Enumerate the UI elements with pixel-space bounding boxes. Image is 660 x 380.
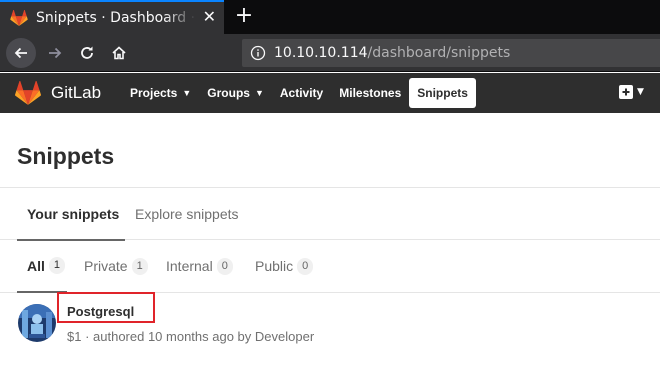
avatar[interactable] bbox=[18, 304, 56, 342]
new-item-dropdown[interactable]: ▼ bbox=[619, 85, 644, 99]
home-icon bbox=[112, 46, 126, 60]
url-host: 10.10.10.114 bbox=[274, 45, 368, 61]
nav-snippets-label: Snippets bbox=[417, 86, 468, 100]
count-badge: 0 bbox=[216, 257, 233, 275]
nav-milestones-label: Milestones bbox=[339, 86, 402, 100]
back-button[interactable] bbox=[6, 38, 36, 68]
nav-activity-label: Activity bbox=[279, 86, 324, 100]
snippet-meta: $1 · authored 10 months ago by Developer bbox=[67, 329, 315, 344]
close-tab-icon[interactable]: ✕ bbox=[203, 9, 216, 25]
gitlab-favicon-icon bbox=[10, 10, 28, 26]
nav-projects-label: Projects bbox=[130, 86, 178, 100]
nav-activity[interactable]: Activity bbox=[272, 78, 331, 108]
chevron-down-icon: ▼ bbox=[637, 87, 644, 97]
browser-tabstrip: Snippets · Dashboard · GitLab ✕ + bbox=[0, 0, 660, 34]
filter-tab-all[interactable]: All 1 bbox=[17, 240, 67, 293]
gitlab-main-nav: Projects ▼ Groups ▼ Activity Milestones Sn… bbox=[122, 78, 476, 108]
filter-tab-label: Private bbox=[84, 258, 128, 274]
page-title: Snippets bbox=[17, 143, 115, 169]
new-tab-button[interactable]: + bbox=[232, 4, 256, 28]
reload-button[interactable] bbox=[72, 38, 102, 68]
arrow-right-icon bbox=[49, 47, 62, 59]
reload-icon bbox=[81, 46, 93, 59]
filter-tab-label: Public bbox=[255, 258, 294, 274]
nav-groups-label: Groups bbox=[207, 86, 250, 100]
snippet-title-link[interactable]: Postgresql bbox=[67, 304, 134, 319]
chevron-down-icon: ▼ bbox=[254, 88, 264, 98]
browser-navbar: 10.10.10.114/dashboard/snippets bbox=[0, 34, 660, 72]
chevron-down-icon: ▼ bbox=[182, 88, 192, 98]
url-bar[interactable]: 10.10.10.114/dashboard/snippets bbox=[242, 39, 660, 67]
count-badge: 1 bbox=[131, 257, 148, 275]
filter-tab-internal[interactable]: Internal 0 bbox=[166, 240, 233, 292]
count-badge: 0 bbox=[297, 257, 314, 275]
info-icon[interactable] bbox=[250, 45, 266, 61]
tab-explore-snippets[interactable]: Explore snippets bbox=[135, 188, 239, 240]
snippet-scope-tabs: Your snippets Explore snippets bbox=[0, 187, 660, 241]
gitlab-header: GitLab Projects ▼ Groups ▼ Activity Milest… bbox=[0, 73, 660, 113]
filter-tab-label: All bbox=[27, 257, 45, 274]
visibility-filter-tabs: All 1 Private 1 Internal 0 Public 0 bbox=[0, 240, 660, 293]
count-badge: 1 bbox=[48, 257, 66, 274]
user-avatar-icon bbox=[18, 304, 56, 342]
gitlab-brand[interactable]: GitLab bbox=[51, 83, 101, 103]
filter-tab-public[interactable]: Public 0 bbox=[255, 240, 314, 292]
plus-square-icon bbox=[619, 85, 633, 99]
home-button[interactable] bbox=[104, 38, 134, 68]
nav-groups[interactable]: Groups ▼ bbox=[199, 78, 272, 108]
gitlab-logo-icon[interactable] bbox=[15, 81, 41, 105]
nav-milestones[interactable]: Milestones bbox=[331, 78, 409, 108]
forward-button[interactable] bbox=[40, 38, 70, 68]
filter-tab-private[interactable]: Private 1 bbox=[84, 240, 148, 292]
nav-snippets[interactable]: Snippets bbox=[409, 78, 476, 108]
list-item: Postgresql $1 · authored 10 months ago b… bbox=[0, 292, 660, 353]
filter-tab-label: Internal bbox=[166, 258, 213, 274]
tab-title: Snippets · Dashboard · GitLab bbox=[36, 10, 196, 26]
url-path: /dashboard/snippets bbox=[367, 45, 511, 61]
browser-tab[interactable]: Snippets · Dashboard · GitLab ✕ bbox=[0, 0, 224, 34]
nav-projects[interactable]: Projects ▼ bbox=[122, 78, 199, 108]
arrow-left-icon bbox=[14, 47, 27, 59]
tab-your-snippets[interactable]: Your snippets bbox=[17, 188, 125, 241]
